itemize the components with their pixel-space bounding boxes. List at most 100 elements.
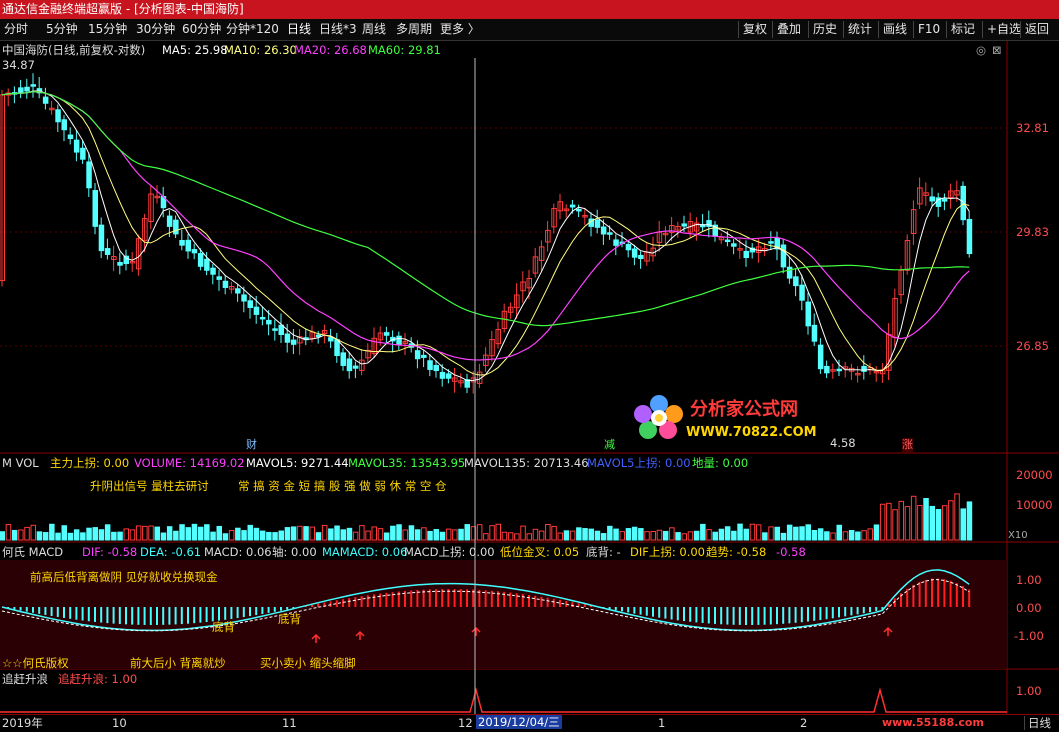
watermark-logo	[632, 394, 686, 440]
ma60-value: MA60: 29.81	[368, 43, 441, 57]
volume-bar	[718, 528, 725, 541]
volume-bar	[755, 524, 762, 541]
volume-bar	[898, 500, 904, 541]
volume-bar	[824, 531, 830, 541]
volume-bar	[210, 531, 216, 541]
volume-bar	[129, 529, 136, 541]
period-button[interactable]: 日线	[1024, 716, 1051, 730]
volume-bar	[173, 530, 179, 541]
volume-bar	[526, 533, 532, 541]
volume-bar	[61, 525, 67, 541]
volume-bar	[669, 527, 675, 541]
volume-bar	[154, 526, 160, 541]
volume-bar	[805, 524, 811, 541]
candle-body	[284, 333, 291, 343]
volume-bar	[228, 530, 235, 541]
candle-body	[334, 339, 340, 357]
volume-bar	[458, 528, 464, 541]
date-label: 10	[112, 716, 127, 730]
volume-bar	[18, 529, 24, 541]
candle-body	[315, 334, 322, 338]
candle-body	[427, 360, 433, 370]
candle-body	[421, 354, 427, 358]
volume-bar	[414, 529, 421, 541]
volume-bar	[73, 529, 80, 541]
candle-body	[24, 86, 30, 92]
volume-bar	[365, 530, 371, 541]
watermark-brand: 分析家公式网	[690, 399, 798, 420]
volume-bar	[507, 532, 514, 541]
volume-bar	[954, 493, 960, 541]
candle-body	[42, 96, 49, 104]
candle-body	[197, 253, 204, 267]
macd-dif: DIF: -0.58	[82, 545, 138, 559]
volume-bar	[148, 525, 154, 541]
ma60-line	[1, 91, 970, 327]
volume-bar	[476, 524, 483, 541]
volume-bar	[396, 524, 402, 541]
volume-bar	[545, 523, 551, 541]
candle-body	[445, 373, 452, 379]
vol-tick: 10000	[1016, 498, 1053, 512]
candle-body	[793, 276, 799, 287]
candle-body	[61, 119, 67, 131]
volume-bar	[352, 531, 359, 541]
volume-bar	[768, 526, 774, 541]
candle-body	[352, 365, 359, 369]
volume-bar	[464, 524, 470, 541]
macd-note3: 买小卖小 缩头缩脚	[260, 656, 356, 670]
volume-bar	[439, 531, 446, 541]
ma5-value: MA5: 25.98	[162, 43, 228, 57]
candle-body	[613, 239, 619, 246]
candle-body	[173, 219, 179, 235]
candle-body	[941, 198, 948, 202]
candle-body	[30, 84, 36, 87]
vol-mavol35: MAVOL35: 13543.95	[348, 456, 466, 470]
volume-bar	[123, 528, 129, 541]
volume-bar	[848, 529, 855, 541]
volume-bar	[204, 524, 210, 541]
volume-bar	[662, 530, 669, 541]
volume-bar	[117, 531, 123, 541]
candle-body	[929, 196, 935, 202]
volume-bar	[80, 532, 86, 541]
volume-bar	[948, 500, 954, 541]
volume-bar	[644, 531, 650, 541]
chase-panel-name: 追赶升浪	[2, 672, 48, 686]
volume-bar	[675, 532, 681, 541]
volume-bar	[483, 533, 489, 541]
candle-body	[799, 284, 805, 301]
volume-bar	[594, 530, 601, 541]
chart-close-icon[interactable]: ⊠	[992, 43, 1002, 57]
volume-bar	[817, 528, 824, 541]
volume-bar	[55, 532, 61, 541]
candle-body	[576, 208, 582, 212]
candle-body	[166, 215, 173, 227]
volume-bar	[762, 532, 768, 541]
volume-bar	[774, 526, 780, 541]
ma10-value: MA10: 26.30	[224, 43, 297, 57]
marker-cai[interactable]: 财	[246, 438, 257, 452]
chase-line-path	[0, 687, 1007, 713]
volume-bar	[520, 525, 526, 541]
macd-copyright: ☆☆何氏版权	[2, 656, 69, 670]
candle-body	[414, 350, 421, 360]
volume-bar	[613, 528, 619, 541]
price-tick: 32.81	[1016, 121, 1049, 135]
volume-bar	[886, 502, 892, 541]
chart-settings-icon[interactable]: ◎	[976, 43, 986, 57]
candle-body	[433, 365, 439, 372]
volume-bar	[297, 525, 303, 541]
volume-bar	[197, 526, 204, 541]
volume-bar	[92, 527, 98, 541]
volume-bar	[142, 525, 148, 541]
volume-bar	[495, 523, 501, 541]
marker-jian[interactable]: 减	[604, 438, 615, 452]
volume-bar	[514, 533, 520, 541]
macd-bottom-div-label: 底背	[212, 620, 235, 634]
macd-axis: 轴: 0.00	[272, 545, 317, 559]
vol-main-up: 主力上拐: 0.00	[50, 456, 130, 470]
marker-zhang[interactable]: 涨	[902, 438, 913, 452]
chart-canvas[interactable]	[0, 0, 1059, 731]
volume-bar	[625, 528, 632, 541]
